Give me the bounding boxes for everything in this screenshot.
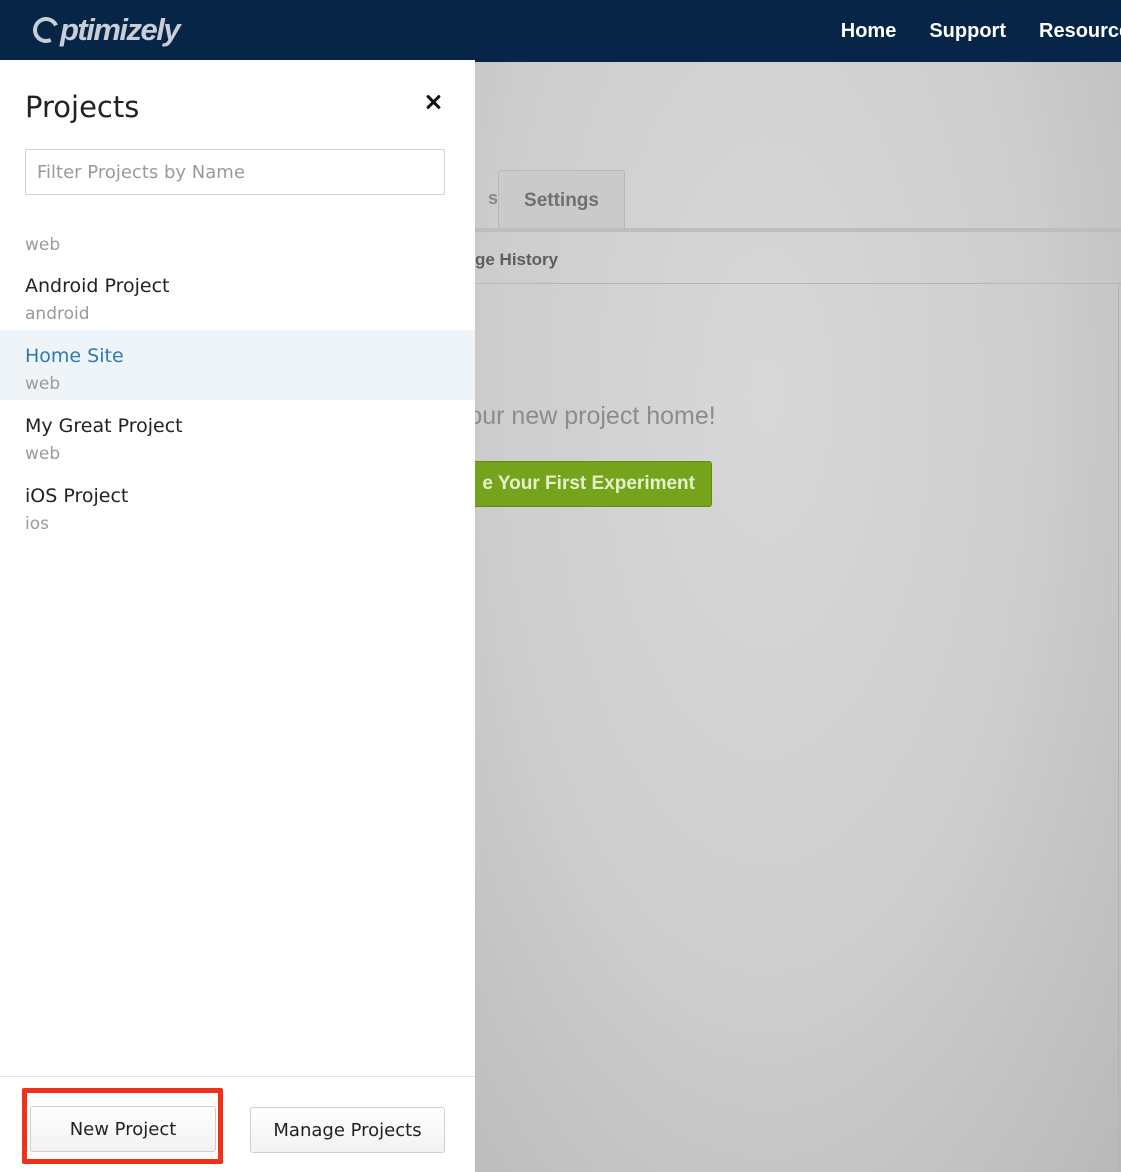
background-page: s Settings ge History o your new project… [475,62,1121,1172]
project-item-ios-project[interactable]: iOS Project ios [0,470,475,540]
tab-partial[interactable]: s [475,170,498,230]
close-icon[interactable] [420,90,446,116]
project-name: Home Site [25,345,124,367]
welcome-message: o your new project home! [475,402,716,430]
project-list: web Android Project android Home Site we… [0,230,475,540]
project-name: iOS Project [25,485,129,507]
project-name: Android Project [25,275,170,297]
projects-drawer: Projects web Android Project android Hom… [0,60,475,1172]
nav-resources-link[interactable]: Resources [1039,20,1121,42]
nav-support-link[interactable]: Support [929,20,1006,43]
top-nav: Home Support Resources [841,0,1121,62]
project-item-partial[interactable]: web [0,230,475,260]
sub-nav: ge History [475,232,1121,284]
top-bar: ptimizely Home Support Resources [0,0,1121,62]
create-first-experiment-button[interactable]: e Your First Experiment [475,461,712,507]
project-type: web [25,235,61,255]
project-type: web [25,374,61,394]
new-project-button[interactable]: New Project [30,1106,216,1152]
change-history-link[interactable]: ge History [475,250,558,270]
nav-home-link[interactable]: Home [841,20,897,43]
project-item-android-project[interactable]: Android Project android [0,260,475,330]
logo-text: ptimizely [60,12,181,47]
optimizely-logo[interactable]: ptimizely [29,10,181,50]
project-name: My Great Project [25,415,183,437]
project-type: ios [25,514,49,534]
project-type: android [25,304,90,324]
tab-settings[interactable]: Settings [498,170,625,230]
project-item-home-site[interactable]: Home Site web [0,330,475,400]
project-type: web [25,444,61,464]
project-item-my-great-project[interactable]: My Great Project web [0,400,475,470]
drawer-footer-divider [0,1076,475,1077]
drawer-title: Projects [25,90,140,124]
manage-projects-button[interactable]: Manage Projects [250,1107,445,1153]
nav-resources-clip: Resources [1039,20,1121,43]
filter-projects-input[interactable] [25,149,445,195]
logo-o-icon [29,13,63,47]
